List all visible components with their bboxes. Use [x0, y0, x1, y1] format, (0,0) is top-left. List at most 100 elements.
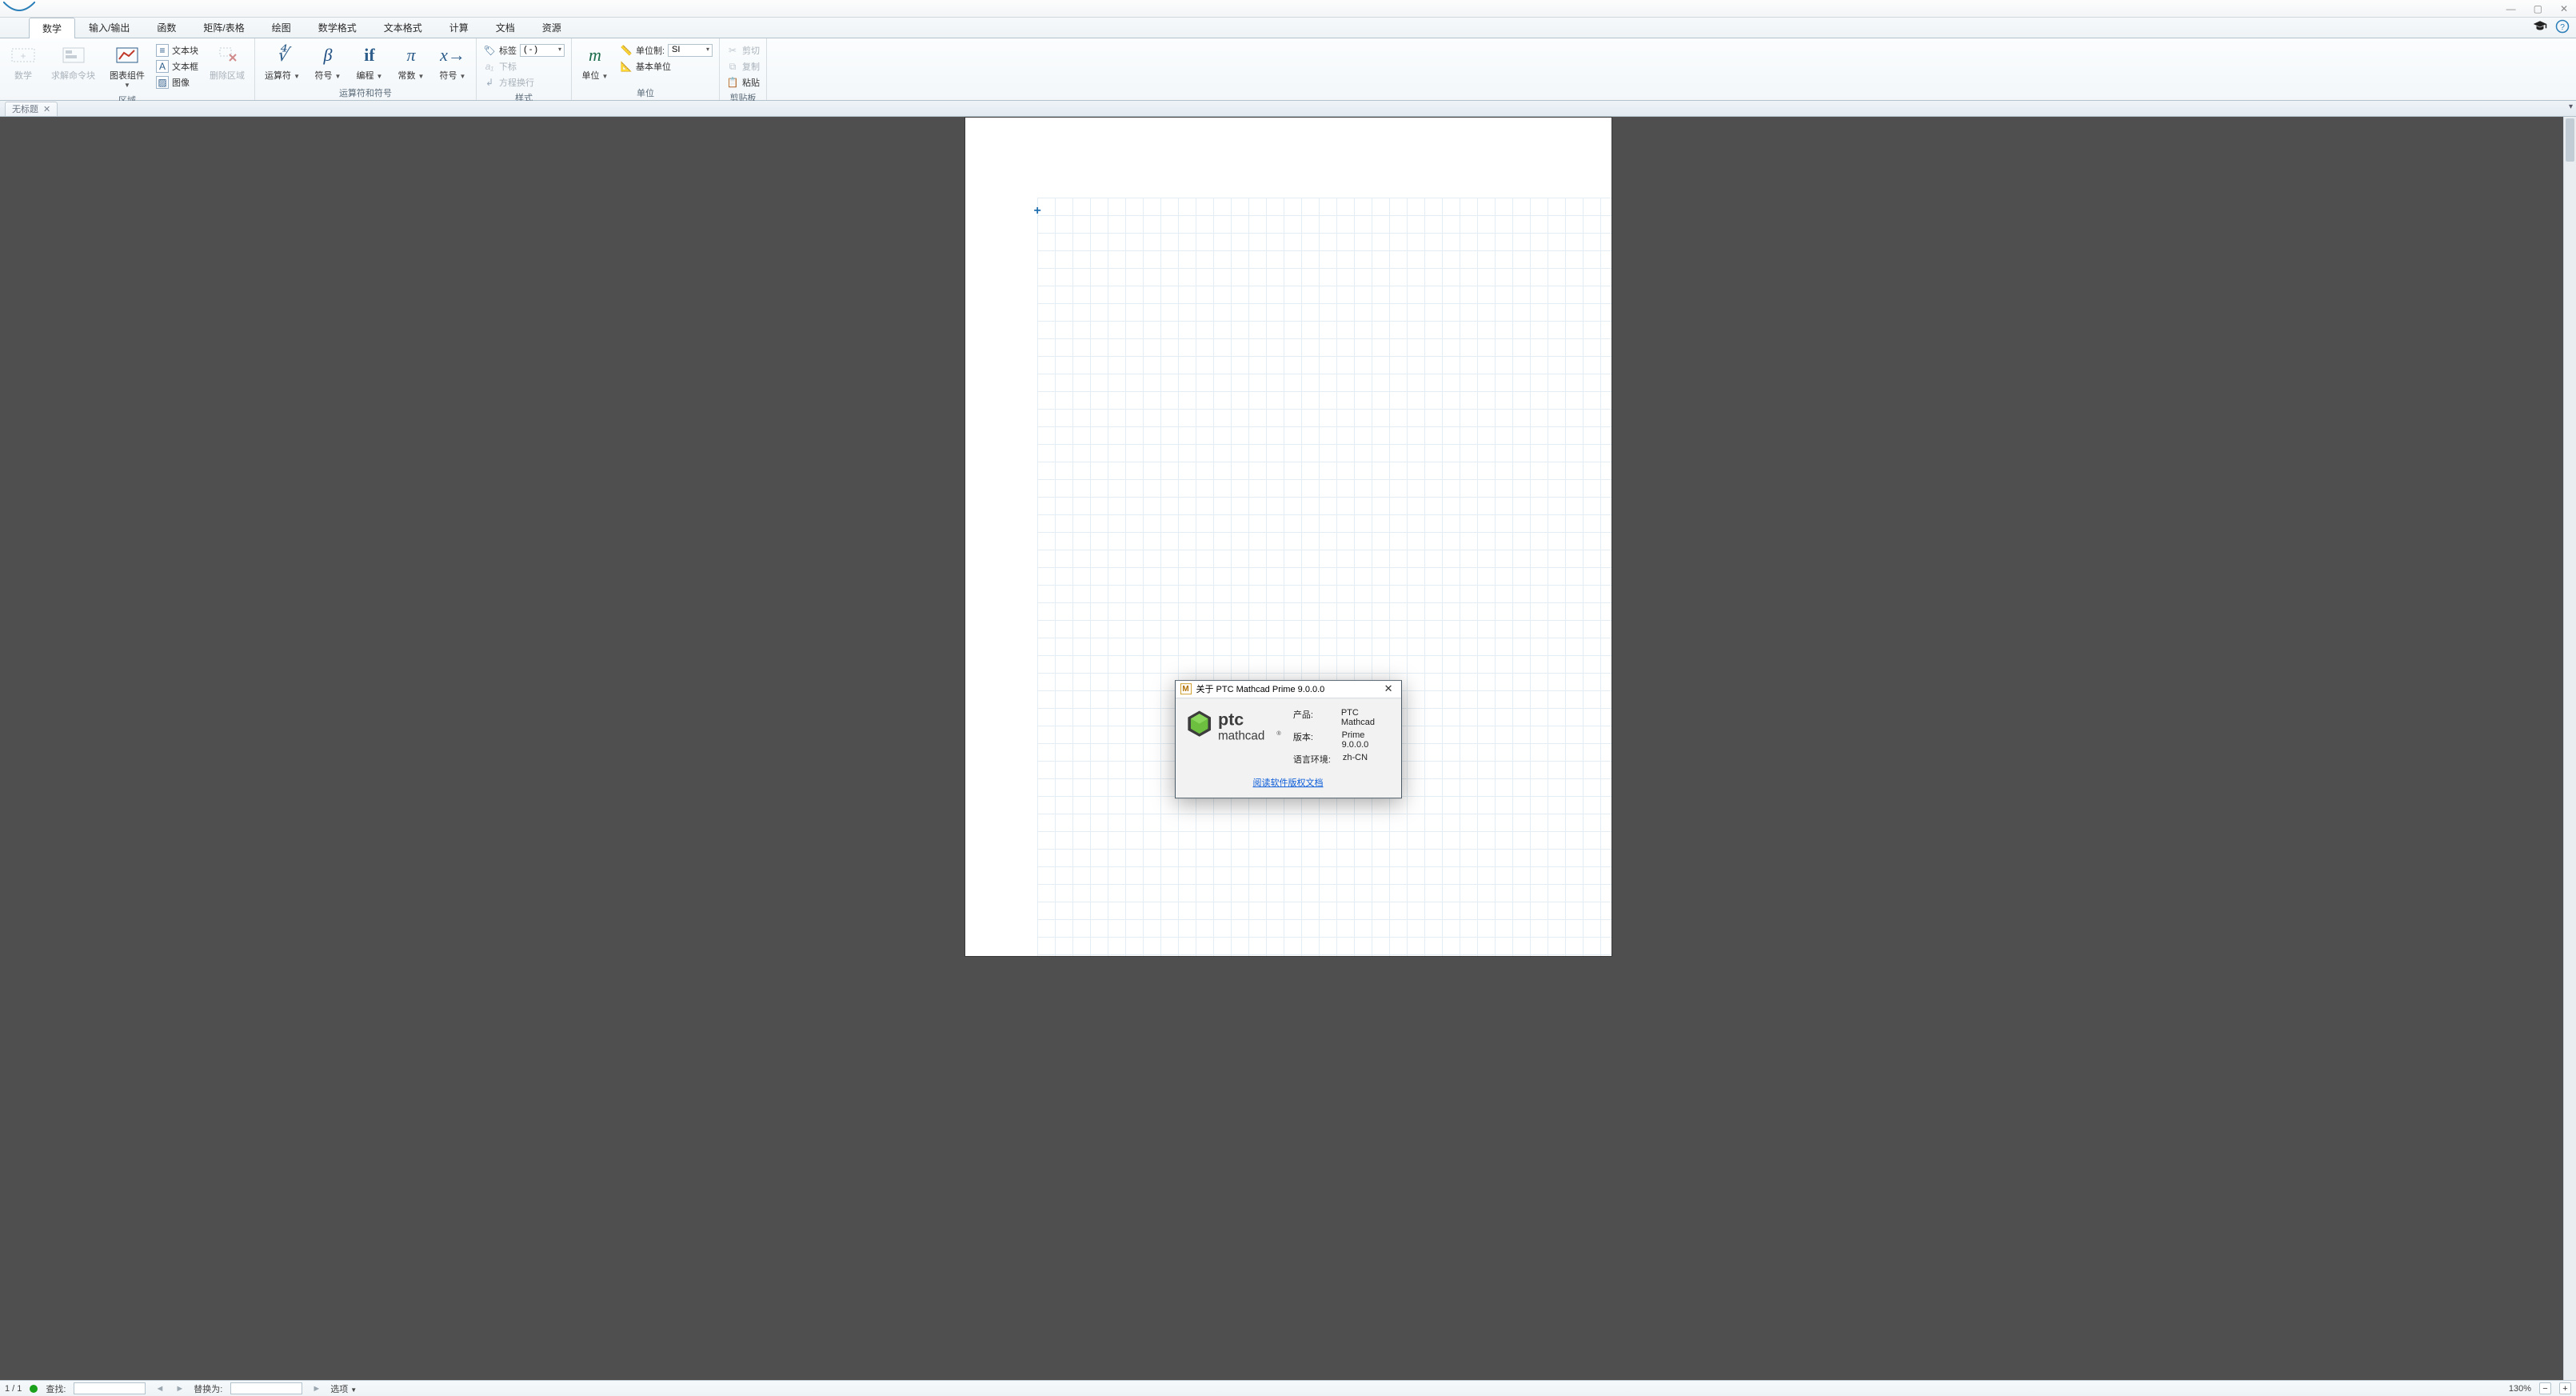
unit-button[interactable]: m 单位 ▼	[577, 40, 613, 85]
text-block-button[interactable]: ≡文本块	[154, 43, 200, 58]
copy-button[interactable]: ⧉复制	[725, 59, 761, 74]
ribbon-tab-resources[interactable]: 资源	[529, 17, 575, 38]
equation-wrap-button[interactable]: ↲ 方程换行	[481, 75, 566, 90]
tag-value-select[interactable]: ( - )	[520, 44, 565, 57]
find-input[interactable]	[74, 1382, 146, 1394]
status-bar: 1 / 1 查找: ◄ ► 替换为: ► 选项 ▼ 130% − +	[0, 1380, 2576, 1396]
btn-label: 删除区域	[210, 69, 245, 82]
programming-button[interactable]: if 编程 ▼	[351, 40, 388, 85]
constants-button[interactable]: π 常数 ▼	[393, 40, 429, 85]
solve-block-button[interactable]: 求解命令块	[46, 40, 100, 85]
ribbon-tab-functions[interactable]: 函数	[143, 17, 190, 38]
dropdown-caret-icon: ▼	[460, 73, 466, 80]
ribbon-body: + 数学 求解命令块 图表组件 ▼ ≡文本块 A文本框 ▨图像	[0, 38, 2576, 101]
select-value: ( - )	[524, 45, 537, 54]
ribbon-tab-io[interactable]: 输入/输出	[75, 17, 143, 38]
btn-label: 粘贴	[742, 76, 760, 89]
worksheet-page[interactable]: +	[965, 117, 1612, 957]
symbolic-arrow-icon: x→	[440, 43, 465, 67]
ribbon-tab-textformat[interactable]: 文本格式	[370, 17, 436, 38]
btn-label: 图像	[172, 76, 190, 89]
btn-label: 方程换行	[499, 76, 534, 89]
btn-label: 常数	[397, 71, 415, 81]
ribbon-tab-math[interactable]: 数学	[29, 18, 75, 38]
unit-system-icon: 📏	[620, 44, 633, 57]
svg-text:®: ®	[1276, 730, 1281, 736]
worksheet-grid	[1037, 198, 1611, 956]
tag-icon: 🏷	[483, 44, 496, 57]
about-dialog: M 关于 PTC Mathcad Prime 9.0.0.0 ✕ ptc mat…	[1175, 680, 1402, 798]
btn-label: 图表组件	[110, 69, 145, 82]
operators-icon: ∜	[270, 43, 295, 67]
calc-status-icon	[30, 1385, 38, 1393]
ribbon-group-units: m 单位 ▼ 📏 单位制: SI 📐 基本单位 单位	[572, 38, 720, 100]
window-maximize-button[interactable]: ▢	[2534, 3, 2542, 14]
zoom-level: 130%	[2509, 1384, 2531, 1394]
copy-icon: ⧉	[726, 60, 739, 73]
dropdown-caret-icon: ▼	[602, 73, 609, 80]
basic-unit-icon: 📐	[620, 60, 633, 73]
find-prev-icon[interactable]: ◄	[154, 1384, 166, 1394]
ribbon-tab-plot[interactable]: 绘图	[258, 17, 305, 38]
tab-label: 资源	[542, 22, 561, 34]
tag-dropdown[interactable]: 🏷 标签 ( - )	[481, 43, 566, 58]
help-icon[interactable]: ?	[2555, 19, 2570, 38]
math-region-button[interactable]: + 数学	[5, 40, 42, 85]
unit-system-select[interactable]: SI	[668, 44, 713, 57]
math-region-icon: +	[10, 43, 36, 67]
scrollbar-thumb[interactable]	[2566, 118, 2574, 162]
about-product-key: 产品:	[1293, 708, 1333, 727]
dropdown-caret-icon: ▼	[124, 82, 130, 89]
basic-unit-button[interactable]: 📐 基本单位	[618, 59, 714, 74]
cut-button[interactable]: ✂剪切	[725, 43, 761, 58]
pi-icon: π	[398, 43, 424, 67]
window-close-button[interactable]: ✕	[2560, 3, 2568, 14]
app-menu-arc[interactable]	[3, 2, 35, 16]
ribbon-tab-mathformat[interactable]: 数学格式	[305, 17, 370, 38]
ribbon-tab-document[interactable]: 文档	[482, 17, 529, 38]
chart-widget-button[interactable]: 图表组件 ▼	[105, 40, 150, 92]
graduation-cap-icon[interactable]	[2533, 19, 2547, 38]
operators-button[interactable]: ∜ 运算符 ▼	[260, 40, 305, 85]
replace-label: 替换为:	[194, 1382, 222, 1395]
document-tab-untitled[interactable]: 无标题 ✕	[5, 102, 58, 116]
document-tabstrip: 无标题 ✕ ▾	[0, 101, 2576, 117]
equation-wrap-icon: ↲	[483, 76, 496, 89]
insertion-cursor-icon: +	[1034, 204, 1041, 218]
about-dialog-close-icon[interactable]: ✕	[1381, 682, 1396, 695]
tabstrip-overflow-icon[interactable]: ▾	[2569, 102, 2573, 111]
btn-label: 剪切	[742, 44, 760, 57]
delete-region-button[interactable]: 删除区域	[205, 40, 250, 85]
unit-system-row[interactable]: 📏 单位制: SI	[618, 43, 714, 58]
svg-text:ptc: ptc	[1217, 710, 1243, 729]
find-next-icon[interactable]: ►	[174, 1384, 186, 1394]
app-button[interactable]	[0, 18, 29, 38]
replace-go-icon[interactable]: ►	[310, 1384, 322, 1394]
about-license-link[interactable]: 阅读软件版权文档	[1253, 778, 1324, 788]
tab-label: 数学	[42, 23, 62, 34]
ribbon-tab-matrix[interactable]: 矩阵/表格	[190, 17, 258, 38]
subscript-button[interactable]: a₁ 下标	[481, 59, 566, 74]
options-dropdown[interactable]: 选项 ▼	[330, 1382, 357, 1395]
btn-label: 运算符	[265, 71, 291, 81]
btn-label: 编程	[356, 71, 373, 81]
text-box-button[interactable]: A文本框	[154, 59, 200, 74]
window-minimize-button[interactable]: —	[2506, 3, 2516, 14]
svg-text:+: +	[20, 50, 26, 62]
close-tab-icon[interactable]: ✕	[43, 104, 50, 114]
find-label: 查找:	[46, 1382, 66, 1395]
if-icon: if	[357, 43, 382, 67]
zoom-out-button[interactable]: −	[2539, 1382, 2551, 1394]
ribbon-tab-calculate[interactable]: 计算	[436, 17, 482, 38]
paste-button[interactable]: 📋粘贴	[725, 75, 761, 90]
btn-label: 文本块	[172, 44, 198, 57]
tab-label: 矩阵/表格	[203, 22, 244, 34]
symbols-button[interactable]: β 符号 ▼	[310, 40, 346, 85]
zoom-in-button[interactable]: +	[2559, 1382, 2571, 1394]
ribbon-group-region: + 数学 求解命令块 图表组件 ▼ ≡文本块 A文本框 ▨图像	[0, 38, 255, 100]
vertical-scrollbar[interactable]	[2563, 117, 2576, 1380]
cut-icon: ✂	[726, 44, 739, 57]
image-button[interactable]: ▨图像	[154, 75, 200, 90]
symbolic-button[interactable]: x→ 符号 ▼	[434, 40, 471, 85]
replace-input[interactable]	[230, 1382, 302, 1394]
